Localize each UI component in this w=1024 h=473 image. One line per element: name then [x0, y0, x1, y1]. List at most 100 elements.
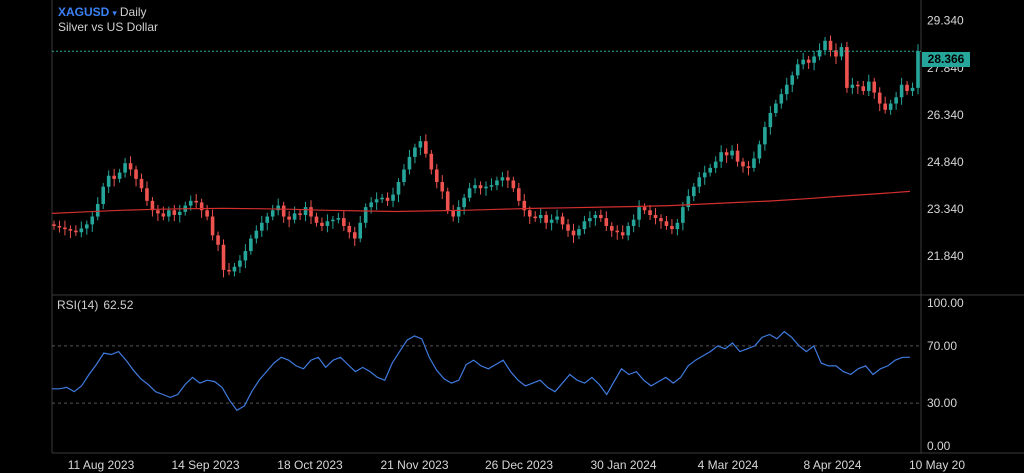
moving-average-line	[51, 190, 911, 214]
time-axis-tick: 14 Sep 2023	[171, 458, 239, 472]
candle-body	[325, 221, 330, 226]
candle-body	[489, 185, 494, 187]
candle-body	[790, 75, 795, 85]
candle-body	[298, 213, 302, 215]
candle-body	[724, 152, 729, 156]
candle-body	[243, 251, 248, 261]
candle-body	[134, 169, 138, 179]
candle-body	[752, 158, 756, 168]
candle-body	[101, 186, 106, 204]
candle-body	[396, 182, 401, 195]
candle-body	[806, 59, 811, 63]
candle-body	[795, 64, 800, 76]
candle-body	[544, 214, 548, 223]
candle-body	[872, 81, 877, 93]
candle-body	[167, 210, 171, 217]
candle-body	[440, 182, 445, 192]
candle-body	[259, 222, 264, 231]
candle-body	[626, 225, 630, 236]
candle-body	[112, 175, 116, 179]
candle-body	[106, 175, 111, 187]
candle-body	[363, 207, 368, 223]
time-axis-tick: 18 Oct 2023	[277, 458, 343, 472]
candle-body	[424, 141, 428, 154]
time-axis-tick: 10 May 20	[909, 458, 965, 472]
candle-body	[478, 185, 483, 189]
rsi-axis-tick: 70.00	[927, 339, 957, 353]
candle-body	[763, 127, 767, 145]
candle-body	[653, 214, 658, 219]
candle-body	[735, 150, 740, 162]
price-axis-tick: 21.840	[927, 249, 964, 263]
chart-canvas[interactable]: 29.34027.84026.34024.84023.34021.840100.…	[0, 0, 1024, 473]
candle-body	[768, 112, 773, 128]
candle-body	[238, 260, 242, 267]
candle-body	[517, 188, 521, 201]
candle-body	[117, 172, 122, 179]
candle-body	[599, 214, 603, 219]
candle-body	[292, 213, 297, 220]
candle-body	[877, 92, 882, 104]
candle-body	[746, 166, 751, 168]
candle-body	[609, 225, 614, 231]
candle-body	[839, 47, 844, 57]
candle-body	[888, 103, 893, 110]
rsi-indicator-title[interactable]: RSI(14) 62.52	[57, 298, 138, 312]
candle-body	[156, 210, 160, 214]
timeframe-label[interactable]: Daily	[120, 5, 147, 19]
candle-body	[221, 244, 226, 270]
candle-body	[856, 84, 860, 87]
candle-body	[161, 213, 166, 217]
candle-body	[391, 194, 395, 201]
candle-body	[177, 211, 182, 215]
candle-body	[648, 210, 652, 215]
candle-body	[741, 161, 745, 167]
candle-body	[57, 225, 62, 228]
candle-body	[314, 216, 319, 223]
symbol-description: Silver vs US Dollar	[58, 20, 159, 34]
candle-body	[615, 230, 620, 233]
candle-body	[713, 161, 718, 168]
candle-body	[188, 200, 193, 206]
candle-body	[249, 238, 253, 252]
symbol-dropdown-icon[interactable]: ▾	[112, 8, 117, 18]
candle-body	[418, 141, 423, 148]
candle-body	[527, 210, 532, 217]
candle-body	[637, 207, 641, 220]
candle-body	[823, 40, 827, 51]
candle-body	[90, 216, 95, 225]
price-axis-tick: 24.840	[927, 155, 964, 169]
price-axis-tick: 29.340	[927, 14, 964, 28]
candle-body	[402, 169, 406, 183]
rsi-label: RSI(14)	[57, 298, 99, 312]
candle-body	[484, 186, 488, 189]
candle-body	[254, 230, 259, 239]
candle-body	[128, 163, 133, 170]
candle-body	[145, 188, 149, 201]
candle-body	[697, 177, 702, 187]
candle-body	[659, 218, 663, 222]
candle-body	[232, 266, 237, 272]
candle-body	[533, 216, 538, 219]
price-axis-tick: 23.340	[927, 202, 964, 216]
candle-body	[681, 207, 685, 223]
time-axis-tick: 8 Apr 2024	[803, 458, 861, 472]
symbol-name[interactable]: XAGUSD	[58, 5, 109, 19]
candle-body	[883, 103, 887, 110]
candle-body	[566, 224, 570, 231]
candle-body	[588, 218, 592, 222]
candle-body	[456, 207, 461, 217]
candle-body	[801, 59, 805, 65]
candle-body	[774, 103, 778, 113]
candle-body	[74, 230, 78, 233]
rsi-value: 62.52	[103, 298, 134, 312]
rsi-axis-tick: 30.00	[927, 396, 957, 410]
candle-body	[582, 221, 587, 230]
candle-body	[812, 56, 816, 63]
candle-body	[210, 216, 215, 236]
candle-body	[309, 207, 313, 217]
candle-body	[500, 177, 505, 181]
time-axis-tick: 26 Dec 2023	[485, 458, 553, 472]
candle-body	[429, 153, 434, 170]
candle-body	[850, 84, 855, 88]
